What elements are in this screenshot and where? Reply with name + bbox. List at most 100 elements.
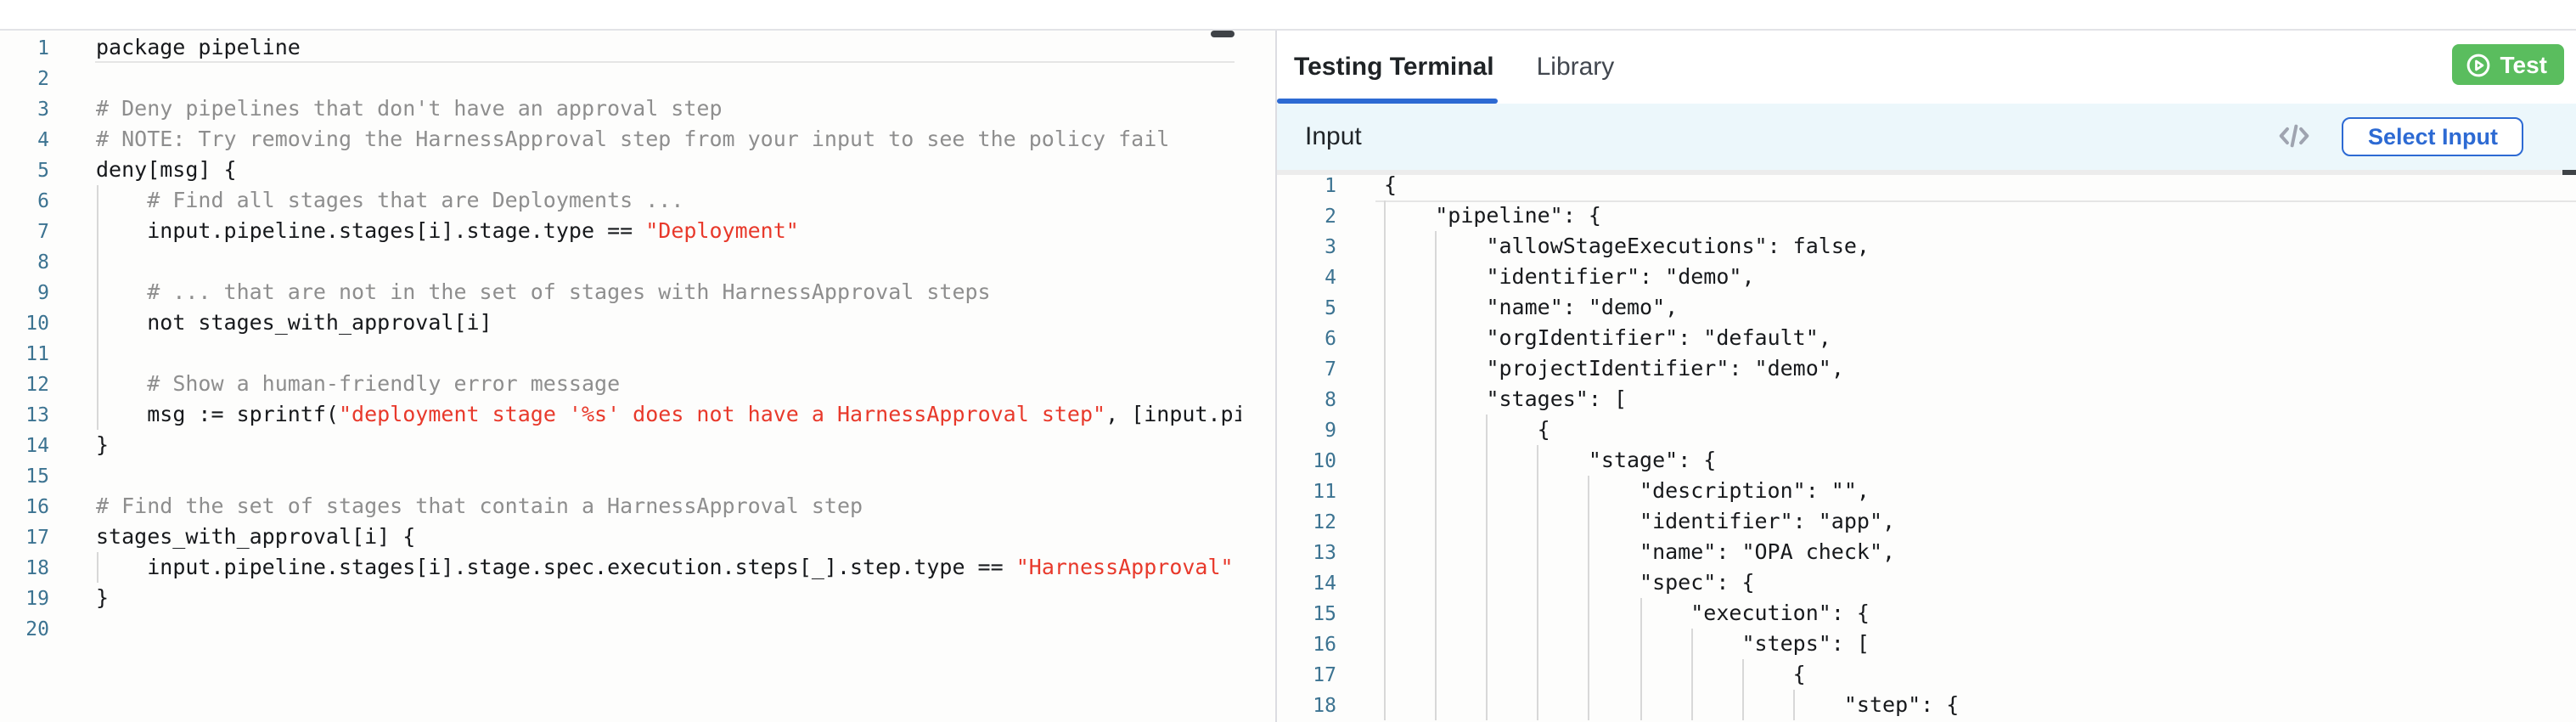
code-line: 7 "projectIdentifier": "demo", (1277, 353, 2576, 384)
indent-guide (1486, 415, 1488, 445)
code-token: "projectIdentifier": "demo", (1486, 355, 1843, 381)
code-line: 12 "identifier": "app", (1277, 506, 2576, 537)
code-line: 8 (0, 245, 1241, 276)
indent-guide (96, 184, 98, 215)
code-comment: # Find all stages that are Deployments .… (147, 186, 683, 212)
test-button[interactable]: Test (2453, 44, 2565, 85)
line-number: 9 (1277, 415, 1336, 445)
code-line-text: { (1336, 659, 2576, 690)
indent-guide (1384, 353, 1386, 384)
code-comment: # Find the set of stages that contain a … (96, 492, 863, 517)
code-line-text: "stage": { (1336, 445, 2576, 476)
indent-guide (1486, 690, 1488, 720)
indent-guide (1384, 231, 1386, 262)
code-line: 20 (0, 612, 1241, 643)
line-number: 18 (1277, 690, 1336, 720)
indent-guide (1589, 476, 1590, 506)
indent-guide (1538, 537, 1539, 567)
code-line-text: "identifier": "demo", (1336, 262, 2576, 292)
code-line-text: # Show a human-friendly error message (49, 368, 1241, 398)
line-number: 3 (0, 93, 49, 123)
line-number: 6 (1277, 323, 1336, 353)
code-line-text: # ... that are not in the set of stages … (49, 276, 1241, 307)
indent-guide (1384, 415, 1386, 445)
indent-guide (1384, 659, 1386, 690)
indent-guide (1589, 629, 1590, 659)
code-line-text: not stages_with_approval[i] (49, 307, 1241, 337)
indent-guide (1384, 690, 1386, 720)
testing-panel: Testing Terminal Library Test Input (1275, 31, 2576, 722)
line-number: 17 (0, 521, 49, 551)
code-line-text: } (49, 582, 1241, 612)
code-line-text: "spec": { (1336, 567, 2576, 598)
line-number: 20 (0, 612, 49, 643)
code-token: "description": "", (1640, 477, 1870, 503)
code-line-text: # NOTE: Try removing the HarnessApproval… (49, 123, 1241, 154)
indent-guide (1435, 415, 1437, 445)
indent-guide (1384, 506, 1386, 537)
code-line-text: "stages": [ (1336, 384, 2576, 415)
indent-guide (1640, 629, 1641, 659)
code-line-text: "pipeline": { (1336, 200, 2576, 231)
indent-guide (1589, 567, 1590, 598)
indent-guide (1435, 567, 1437, 598)
indent-guide (1384, 292, 1386, 323)
line-number: 18 (0, 551, 49, 582)
line-number: 1 (1277, 170, 1336, 200)
code-line: 18 "step": { (1277, 690, 2576, 720)
code-token: stages_with_approval[i] { (96, 522, 415, 548)
indent-guide (1384, 445, 1386, 476)
code-line-text: "name": "demo", (1336, 292, 2576, 323)
line-number: 8 (0, 245, 49, 276)
line-number: 1 (0, 31, 49, 62)
code-line-text: "allowStageExecutions": false, (1336, 231, 2576, 262)
select-input-button[interactable]: Select Input (2343, 117, 2523, 156)
code-line: 13 msg := sprintf("deployment stage '%s'… (0, 398, 1241, 429)
code-line: 15 (0, 460, 1241, 490)
line-number: 17 (1277, 659, 1336, 690)
code-line: 5deny[msg] { (0, 154, 1241, 184)
indent-guide (1486, 537, 1488, 567)
indent-guide (1435, 445, 1437, 476)
line-number: 7 (0, 215, 49, 245)
code-token: not stages_with_approval[i] (147, 308, 492, 334)
policy-editor[interactable]: 1package pipeline23# Deny pipelines that… (0, 31, 1275, 722)
code-line: 14} (0, 429, 1241, 460)
indent-guide (1486, 629, 1488, 659)
line-number: 12 (1277, 506, 1336, 537)
code-line: 1{ (1277, 170, 2576, 200)
code-token: { (1793, 661, 1806, 686)
line-number: 9 (0, 276, 49, 307)
code-token: "allowStageExecutions": false, (1486, 233, 1870, 258)
indent-guide (96, 398, 98, 429)
input-json-editor[interactable]: 1{2 "pipeline": {3 "allowStageExecutions… (1277, 169, 2576, 722)
code-icon[interactable] (2280, 125, 2310, 149)
indent-guide (1435, 353, 1437, 384)
indent-guide (1538, 567, 1539, 598)
line-number: 2 (0, 62, 49, 93)
code-token: "name": "OPA check", (1640, 539, 1895, 564)
indent-guide (1589, 506, 1590, 537)
indent-guide (1589, 537, 1590, 567)
code-line-text: input.pipeline.stages[i].stage.type == "… (49, 215, 1241, 245)
code-token: , [input.pipel (1105, 400, 1241, 426)
code-line: 9 # ... that are not in the set of stage… (0, 276, 1241, 307)
indent-guide (96, 337, 98, 368)
indent-guide (1538, 598, 1539, 629)
code-line: 5 "name": "demo", (1277, 292, 2576, 323)
input-section-header: Input Select Input (1277, 104, 2576, 169)
indent-guide (1538, 629, 1539, 659)
code-comment: # ... that are not in the set of stages … (147, 278, 990, 303)
code-line: 11 (0, 337, 1241, 368)
tab-library[interactable]: Library (1537, 53, 1615, 82)
indent-guide (1384, 476, 1386, 506)
code-line: 11 "description": "", (1277, 476, 2576, 506)
line-number: 10 (0, 307, 49, 337)
code-token: msg := sprintf( (147, 400, 339, 426)
tab-testing-terminal[interactable]: Testing Terminal (1294, 53, 1494, 82)
code-string: "HarnessApproval" (1016, 553, 1234, 578)
code-line: 15 "execution": { (1277, 598, 2576, 629)
code-token: deny[msg] { (96, 155, 237, 181)
line-number: 15 (0, 460, 49, 490)
indent-guide (1538, 506, 1539, 537)
